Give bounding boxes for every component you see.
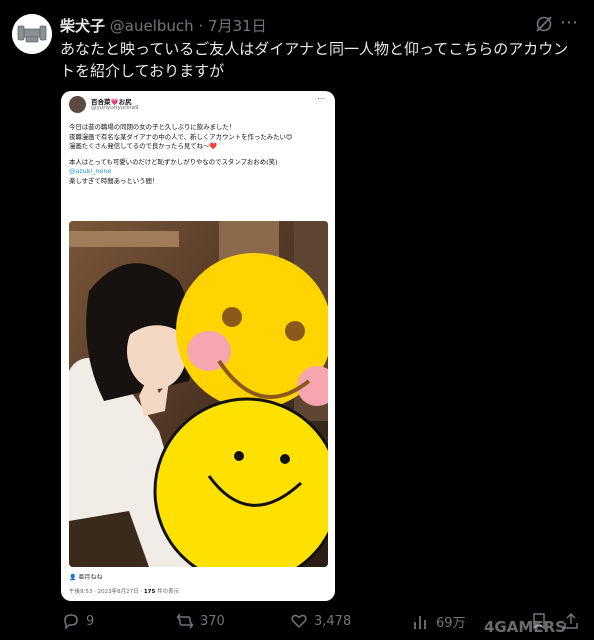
watermark-logo: 4GAMERS xyxy=(484,618,566,636)
embedded-views-count: 175 xyxy=(143,589,156,595)
post: 柴犬子 @auelbuch · 7月31日 ⋯ あなたと映っているご友人はダイア… xyxy=(0,0,594,640)
photo-credit-name: 亜月ねね xyxy=(78,574,103,581)
user-handle[interactable]: @auelbuch xyxy=(110,17,194,35)
like-count: 3,478 xyxy=(314,613,352,629)
display-name[interactable]: 柴犬子 xyxy=(60,17,105,35)
embedded-text: 今日は昔の職場の同期の女の子と久しぶりに飲みました！ 夜職漫画で有名な某ダイアナ… xyxy=(69,123,331,186)
embedded-mention: @azuki_nene xyxy=(69,167,112,175)
repost-button[interactable]: 370 xyxy=(176,612,225,630)
views-button[interactable]: 69万 xyxy=(412,612,466,631)
avatar[interactable] xyxy=(12,14,52,54)
analytics-icon xyxy=(414,615,426,629)
avatar-image xyxy=(12,14,52,54)
reply-icon xyxy=(64,614,78,630)
photo-scene xyxy=(69,221,328,567)
embedded-line: 今日は昔の職場の同期の女の子と久しぶりに飲みました！ xyxy=(69,123,236,131)
embedded-line: 本人はとっても可愛いのだけど恥ずかしがりやなのでスタンプおおめ(笑) xyxy=(69,157,278,166)
embedded-more-icon: ⋯ xyxy=(317,94,325,103)
embedded-line: 漫画たくさん発信してるので良かったら見てね〜❤️ xyxy=(69,142,218,150)
embedded-photo xyxy=(69,221,328,567)
embedded-meta: 午後9:53 · 2023年8月27日 · 175 件の表示 xyxy=(69,587,179,595)
embedded-line: 楽しすぎて時間あっという間！ xyxy=(69,176,159,185)
embedded-post-image[interactable]: 百合菜💗お尻 @yuriyuriyurina9 ⋯ 今日は昔の職場の同期の女の子… xyxy=(61,91,335,601)
photo-credit: 👤 亜月ねね xyxy=(69,574,103,581)
repost-count: 370 xyxy=(200,613,225,629)
embedded-views-label: 件の表示 xyxy=(155,589,180,595)
more-icon[interactable]: ⋯ xyxy=(560,12,579,33)
post-text: あなたと映っているご友人はダイアナと同一人物と仰ってこちらのアカウントを紹介して… xyxy=(60,40,569,80)
grok-icon[interactable] xyxy=(534,14,554,34)
embedded-timestamp: 午後9:53 · 2023年8月27日 · xyxy=(69,589,144,595)
embedded-avatar xyxy=(69,96,86,113)
post-header: 柴犬子 @auelbuch · 7月31日 xyxy=(60,15,267,36)
reply-button[interactable]: 9 xyxy=(62,612,94,630)
heart-icon xyxy=(291,614,307,629)
repost-icon xyxy=(176,613,194,629)
post-date[interactable]: 7月31日 xyxy=(208,17,267,35)
embedded-handle: @yuriyuriyurina9 xyxy=(91,105,139,111)
views-count: 69万 xyxy=(436,616,466,631)
like-button[interactable]: 3,478 xyxy=(290,612,351,630)
separator: · xyxy=(198,17,204,35)
reply-count: 9 xyxy=(86,613,95,629)
embedded-line: 夜職漫画で有名な某ダイアナの中の人で、新しくアカウントを作ったみたい😊 xyxy=(69,132,293,141)
